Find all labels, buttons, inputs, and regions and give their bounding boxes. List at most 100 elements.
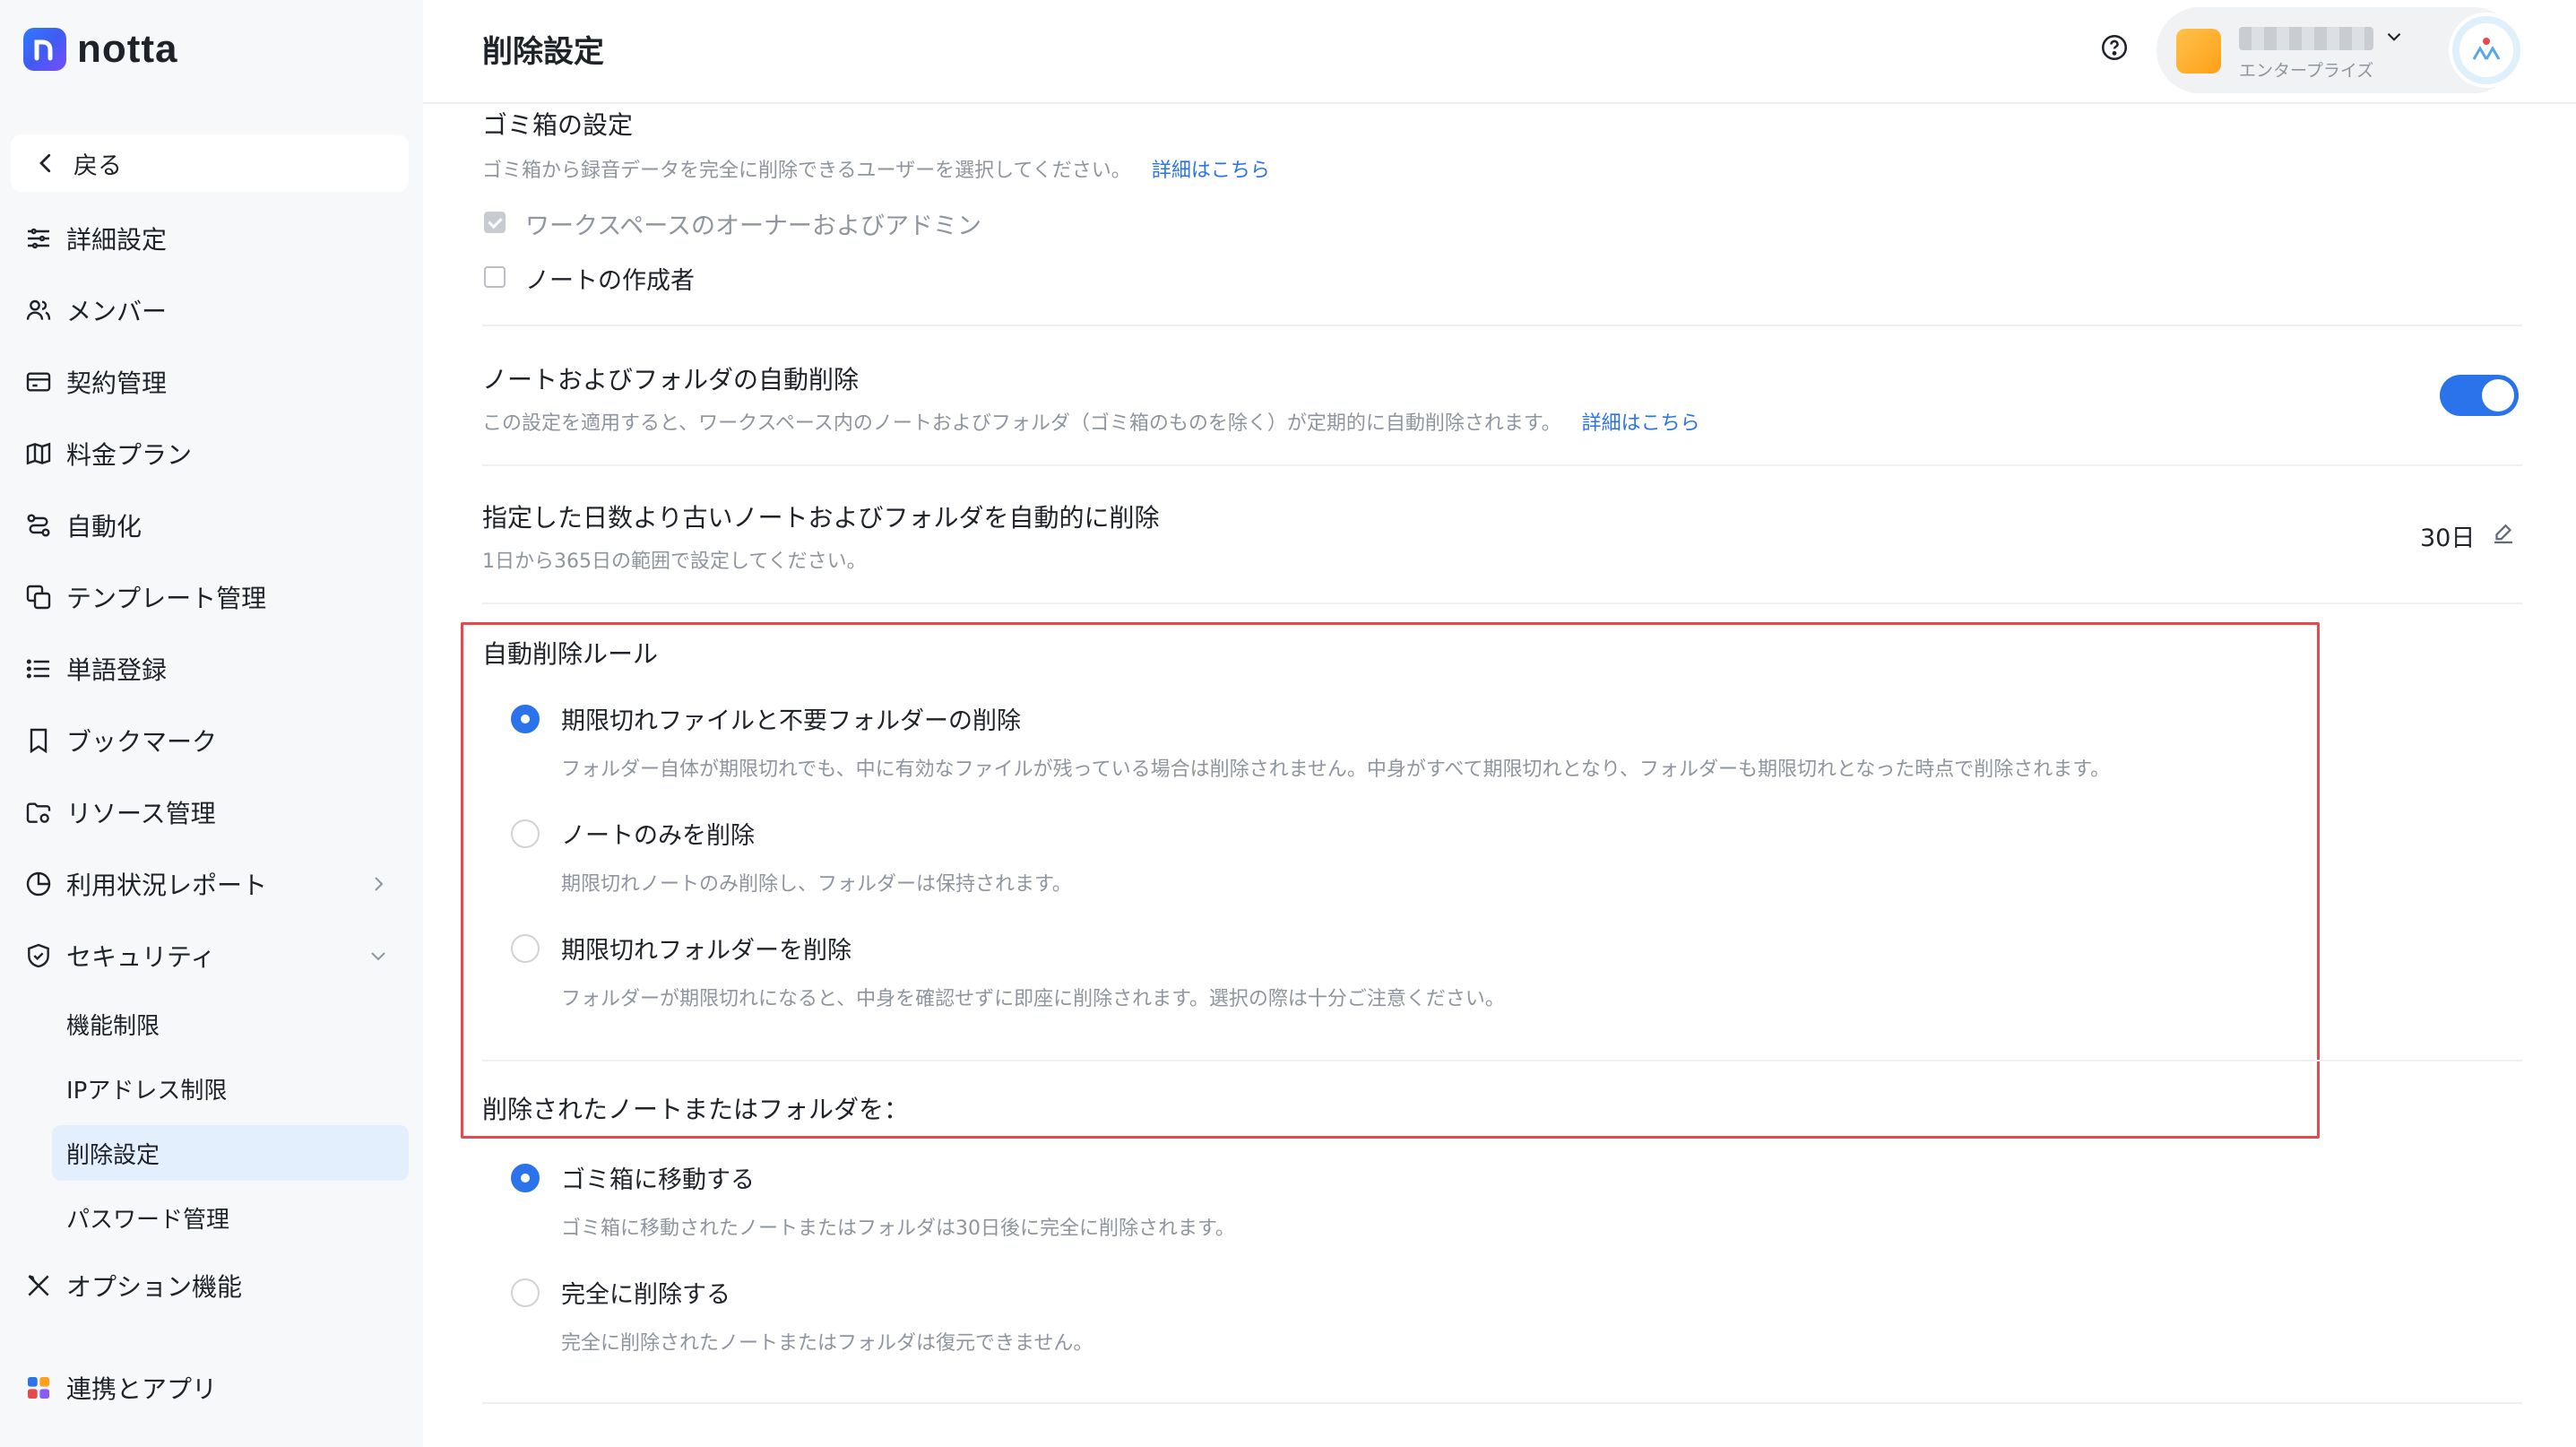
automation-icon	[23, 510, 54, 541]
chevron-left-icon	[39, 153, 51, 173]
delete-permanently-radio[interactable]	[511, 1278, 540, 1307]
auto-delete-title: ノートおよびフォルダの自動削除	[482, 365, 860, 394]
back-button[interactable]: 戻る	[11, 134, 409, 192]
shield-icon	[23, 940, 54, 971]
trash-desc-text: ゴミ箱から録音データを完全に削除できるユーザーを選択してください。	[482, 160, 1131, 182]
chevron-down-icon	[2387, 32, 2401, 41]
sidebar-item-label: 契約管理	[66, 368, 168, 398]
page-title: 削除設定	[482, 34, 604, 70]
template-icon	[23, 582, 54, 612]
sidebar-item-resources[interactable]: リソース管理	[11, 785, 409, 839]
organization-icon	[2176, 29, 2221, 74]
sidebar-item-label: ブックマーク	[66, 727, 218, 757]
sidebar-item-bookmarks[interactable]: ブックマーク	[11, 714, 409, 767]
rule-expired-folders-radio[interactable]	[511, 934, 540, 963]
apps-icon	[23, 1373, 54, 1403]
divider	[482, 464, 2522, 466]
divider	[482, 602, 2522, 604]
sidebar-subitem-ip-restriction[interactable]: IPアドレス制限	[52, 1061, 409, 1116]
sidebar-subitem-label: 削除設定	[66, 1141, 160, 1169]
members-icon	[23, 295, 54, 325]
sidebar-item-usage-report[interactable]: 利用状況レポート	[11, 857, 409, 911]
logo-text: notta	[77, 27, 178, 71]
chevron-right-icon	[375, 877, 384, 891]
sidebar-item-security[interactable]: セキュリティ	[11, 929, 409, 983]
help-icon[interactable]	[2099, 32, 2130, 63]
sidebar-subitem-label: パスワード管理	[66, 1206, 230, 1234]
rule-expired-folders-desc: フォルダーが期限切れになると、中身を確認せずに即座に削除されます。選択の際は十分…	[561, 988, 1505, 1010]
auto-delete-learn-more-link[interactable]: 詳細はこちら	[1582, 412, 1700, 435]
rule-notes-only-radio[interactable]	[511, 819, 540, 848]
divider	[482, 325, 2522, 326]
contract-icon	[23, 367, 54, 397]
pie-chart-icon	[23, 869, 54, 899]
sidebar: notta 戻る 詳細設定 メンバー 契約管理 料金プラン 自動化 テンプレート…	[0, 0, 423, 1447]
move-to-trash-radio[interactable]	[511, 1164, 540, 1192]
note-creator-label: ノートの作成者	[525, 267, 695, 295]
edit-pencil-icon[interactable]	[2490, 520, 2517, 547]
sidebar-subitem-password[interactable]: パスワード管理	[52, 1190, 409, 1245]
notta-logo-icon	[23, 28, 66, 71]
owner-admin-checkbox[interactable]	[484, 212, 506, 233]
sidebar-item-automation[interactable]: 自動化	[11, 498, 409, 552]
sidebar-item-label: 自動化	[66, 512, 143, 542]
sidebar-item-contract[interactable]: 契約管理	[11, 355, 409, 409]
days-desc: 1日から365日の範囲で設定してください。	[482, 550, 867, 573]
sidebar-subitem-label: 機能制限	[66, 1012, 160, 1040]
note-creator-checkbox[interactable]	[484, 266, 506, 288]
divider	[482, 1060, 2522, 1061]
sidebar-item-label: メンバー	[66, 297, 168, 326]
sidebar-item-label: セキュリティ	[66, 942, 216, 972]
rule-expired-folders-label: 期限切れフォルダーを削除	[561, 937, 851, 965]
sidebar-item-label: リソース管理	[66, 799, 216, 828]
sidebar-item-label: テンプレート管理	[66, 584, 267, 613]
trash-settings-title: ゴミ箱の設定	[482, 110, 634, 140]
rules-title: 自動削除ルール	[482, 639, 659, 669]
tools-icon	[23, 1270, 54, 1301]
auto-delete-desc: この設定を適用すると、ワークスペース内のノートおよびフォルダ（ゴミ箱のものを除く…	[482, 407, 1700, 436]
sidebar-item-label: オプション機能	[66, 1272, 243, 1302]
rule-notes-only-desc: 期限切れノートのみ削除し、フォルダーは保持されます。	[561, 873, 1072, 896]
rule-notes-only-label: ノートのみを削除	[561, 822, 755, 850]
sidebar-item-vocabulary[interactable]: 単語登録	[11, 642, 409, 696]
sidebar-item-label: 詳細設定	[66, 225, 168, 255]
trash-learn-more-link[interactable]: 詳細はこちら	[1152, 160, 1270, 182]
sidebar-item-advanced-settings[interactable]: 詳細設定	[11, 212, 409, 265]
sidebar-item-pricing[interactable]: 料金プラン	[11, 427, 409, 481]
sidebar-item-members[interactable]: メンバー	[11, 283, 409, 337]
delete-permanently-label: 完全に削除する	[561, 1281, 730, 1309]
sidebar-item-integrations[interactable]: 連携とアプリ	[11, 1361, 409, 1415]
main-content: ゴミ箱の設定 ゴミ箱から録音データを完全に削除できるユーザーを選択してください。…	[423, 104, 2576, 1447]
avatar[interactable]	[2449, 13, 2524, 88]
move-to-trash-desc: ゴミ箱に移動されたノートまたはフォルダは30日後に完全に削除されます。	[561, 1217, 1235, 1240]
sidebar-item-label: 料金プラン	[66, 440, 193, 470]
account-switcher[interactable]: エンタープライズ	[2157, 7, 2524, 93]
sidebar-subitem-feature-restriction[interactable]: 機能制限	[52, 996, 409, 1052]
rule-expired-files-radio[interactable]	[511, 705, 540, 733]
sliders-icon	[23, 223, 54, 254]
rule-expired-files-label: 期限切れファイルと不要フォルダーの削除	[561, 707, 1021, 735]
delete-permanently-desc: 完全に削除されたノートまたはフォルダは復元できません。	[561, 1332, 1094, 1355]
auto-delete-desc-text: この設定を適用すると、ワークスペース内のノートおよびフォルダ（ゴミ箱のものを除く…	[482, 412, 1561, 435]
map-icon	[23, 438, 54, 469]
bookmark-icon	[23, 725, 54, 756]
owner-admin-label: ワークスペースのオーナーおよびアドミン	[525, 212, 981, 240]
top-header: 削除設定 エンタープライズ	[423, 0, 2576, 104]
sidebar-item-options[interactable]: オプション機能	[11, 1259, 409, 1313]
rule-expired-files-desc: フォルダー自体が期限切れでも、中に有効なファイルが残っている場合は削除されません…	[561, 758, 2111, 781]
back-label: 戻る	[73, 152, 122, 180]
auto-delete-toggle[interactable]	[2440, 375, 2519, 416]
resource-icon	[23, 797, 54, 827]
days-value: 30日	[2420, 524, 2476, 552]
account-role: エンタープライズ	[2239, 61, 2374, 81]
divider	[482, 1402, 2522, 1404]
sidebar-item-label: 利用状況レポート	[66, 871, 268, 900]
notta-logo[interactable]: notta	[23, 27, 178, 72]
sidebar-item-label: 単語登録	[66, 655, 168, 685]
trash-settings-desc: ゴミ箱から録音データを完全に削除できるユーザーを選択してください。 詳細はこちら	[482, 154, 1270, 183]
chevron-down-icon	[371, 952, 385, 961]
sidebar-subitem-deletion-settings[interactable]: 削除設定	[52, 1125, 409, 1181]
days-title: 指定した日数より古いノートおよびフォルダを自動的に削除	[482, 503, 1160, 533]
sidebar-item-label: 連携とアプリ	[66, 1374, 218, 1404]
sidebar-item-templates[interactable]: テンプレート管理	[11, 570, 409, 624]
